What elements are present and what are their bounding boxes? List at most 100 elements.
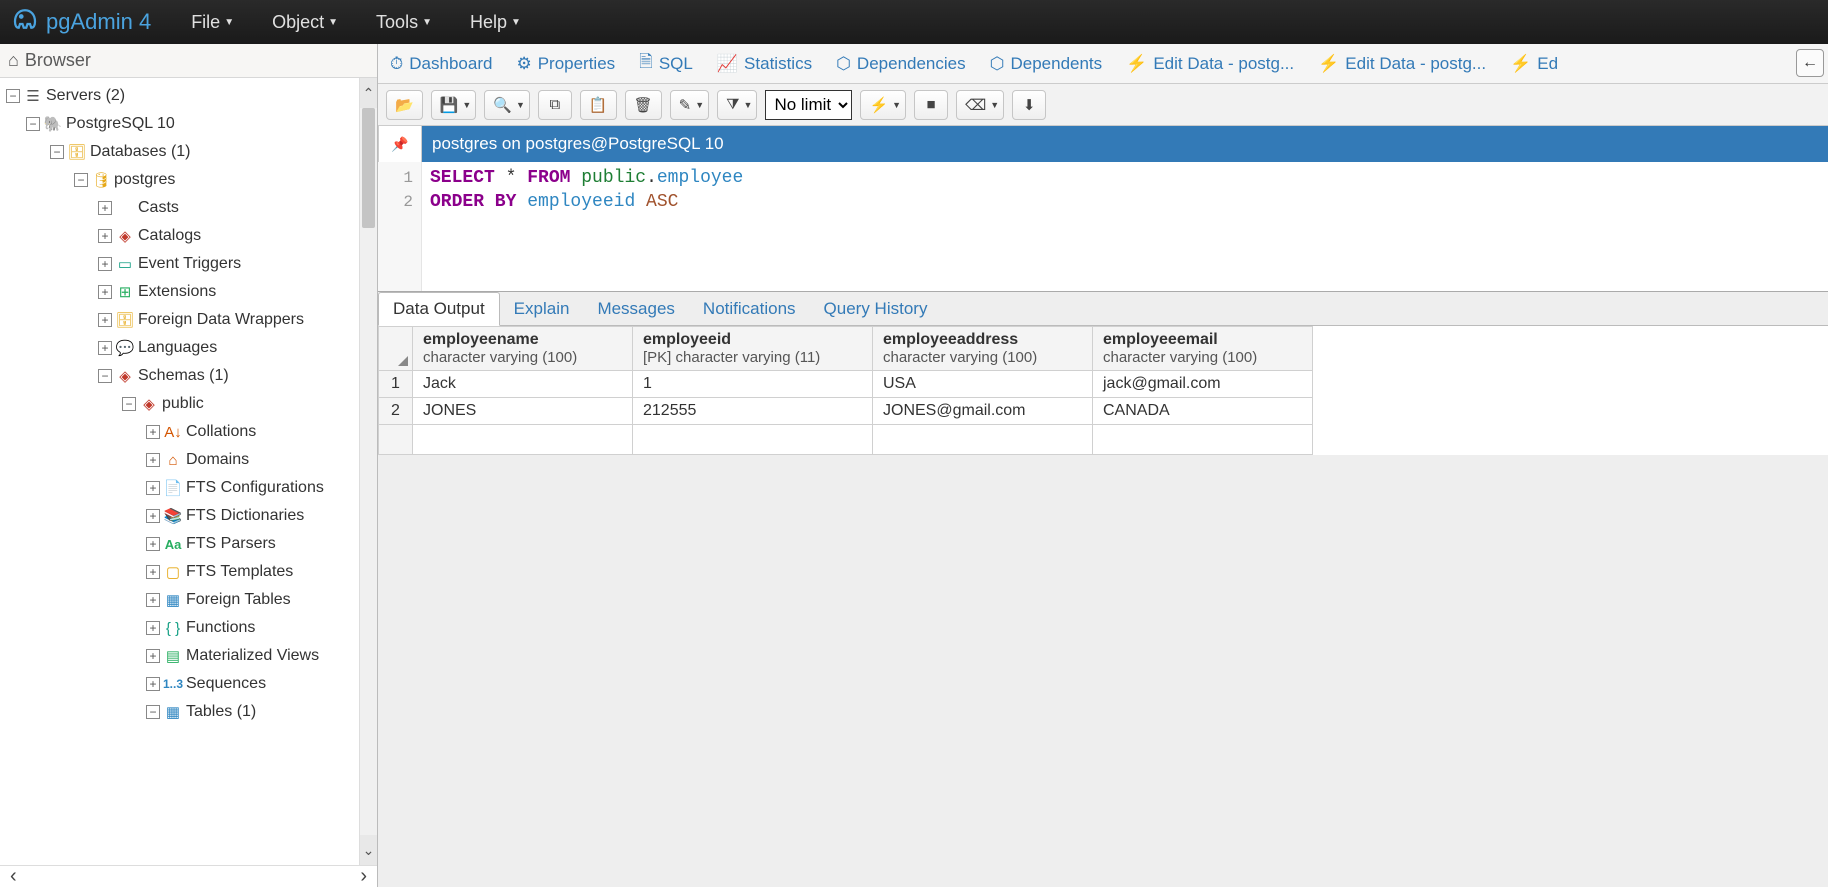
domains-icon: ⌂ xyxy=(164,452,182,469)
tab-dependents[interactable]: ⬡Dependents xyxy=(978,44,1115,83)
cell[interactable] xyxy=(1093,425,1313,455)
execute-button[interactable]: ⚡▼ xyxy=(860,90,906,120)
menu-help[interactable]: Help▼ xyxy=(460,12,531,33)
expand-icon[interactable]: + xyxy=(98,285,112,299)
pin-button[interactable]: 📌 xyxy=(378,126,422,162)
table-row-empty[interactable] xyxy=(379,425,1313,455)
edit-button[interactable]: ✎▼ xyxy=(670,90,710,120)
browser-hscroll[interactable]: ‹ › xyxy=(0,865,377,887)
bolt-icon: ⚡ xyxy=(1510,54,1531,74)
expand-icon[interactable]: + xyxy=(146,509,160,523)
cell[interactable]: jack@gmail.com xyxy=(1093,371,1313,398)
stop-button[interactable]: ■ xyxy=(914,90,948,120)
col-header-employeeaddress[interactable]: employeeaddresscharacter varying (100) xyxy=(873,327,1093,371)
download-button[interactable]: ⬇ xyxy=(1012,90,1046,120)
collapse-icon[interactable]: − xyxy=(146,705,160,719)
tab-edit-data-2[interactable]: ⚡Edit Data - postg... xyxy=(1306,44,1498,83)
cell[interactable]: USA xyxy=(873,371,1093,398)
save-button[interactable]: 💾▼ xyxy=(431,90,477,120)
sql-code[interactable]: SELECT * FROM public.employee ORDER BY e… xyxy=(422,162,1828,291)
tab-properties[interactable]: ⚙Properties xyxy=(504,44,627,83)
row-number[interactable] xyxy=(379,425,413,455)
row-number[interactable]: 2 xyxy=(379,398,413,425)
foreign-tables-icon: ▦ xyxy=(164,591,182,609)
table-row[interactable]: 2 JONES 212555 JONES@gmail.com CANADA xyxy=(379,398,1313,425)
expand-icon[interactable]: + xyxy=(146,537,160,551)
scrollbar-thumb[interactable] xyxy=(362,108,375,228)
expand-icon[interactable]: + xyxy=(146,649,160,663)
collapse-icon[interactable]: − xyxy=(74,173,88,187)
scroll-down-icon[interactable]: ⌄ xyxy=(360,835,377,865)
tabs-back-button[interactable]: ← xyxy=(1796,49,1824,77)
collapse-icon[interactable]: − xyxy=(50,145,64,159)
menu-file[interactable]: File▼ xyxy=(181,12,244,33)
menu-object[interactable]: Object▼ xyxy=(262,12,348,33)
filter-button[interactable]: ⧩▼ xyxy=(717,90,757,120)
fts-config-icon: 📄 xyxy=(164,479,182,497)
data-output-grid[interactable]: employeenamecharacter varying (100) empl… xyxy=(378,326,1828,455)
sql-editor[interactable]: 1 2 SELECT * FROM public.employee ORDER … xyxy=(378,162,1828,292)
stop-icon: ■ xyxy=(927,96,936,113)
cell[interactable] xyxy=(873,425,1093,455)
cell[interactable]: 212555 xyxy=(633,398,873,425)
tab-statistics[interactable]: 📈Statistics xyxy=(705,44,824,83)
corner-cell[interactable] xyxy=(379,327,413,371)
tab-edit-data-3[interactable]: ⚡Ed xyxy=(1498,44,1570,83)
expand-icon[interactable]: + xyxy=(98,201,112,215)
find-button[interactable]: 🔍▼ xyxy=(484,90,530,120)
cell[interactable]: JONES@gmail.com xyxy=(873,398,1093,425)
cell[interactable]: Jack xyxy=(413,371,633,398)
outtab-notifications[interactable]: Notifications xyxy=(689,293,810,325)
collapse-icon[interactable]: − xyxy=(122,397,136,411)
copy-button[interactable]: ⧉ xyxy=(538,90,572,120)
expand-icon[interactable]: + xyxy=(98,313,112,327)
col-header-employeeid[interactable]: employeeid[PK] character varying (11) xyxy=(633,327,873,371)
tab-sql[interactable]: 🗎SQL xyxy=(627,44,705,83)
outtab-data-output[interactable]: Data Output xyxy=(378,292,500,326)
expand-icon[interactable]: + xyxy=(146,621,160,635)
expand-icon[interactable]: + xyxy=(98,257,112,271)
menu-tools[interactable]: Tools▼ xyxy=(366,12,442,33)
tab-edit-data-1[interactable]: ⚡Edit Data - postg... xyxy=(1114,44,1306,83)
collapse-icon[interactable]: − xyxy=(6,89,20,103)
col-header-employeename[interactable]: employeenamecharacter varying (100) xyxy=(413,327,633,371)
collapse-icon[interactable]: − xyxy=(26,117,40,131)
expand-icon[interactable]: + xyxy=(146,593,160,607)
cell[interactable]: CANADA xyxy=(1093,398,1313,425)
scroll-left-icon[interactable]: ‹ xyxy=(10,865,17,888)
cell[interactable]: JONES xyxy=(413,398,633,425)
cell[interactable] xyxy=(413,425,633,455)
cell[interactable] xyxy=(633,425,873,455)
expand-icon[interactable]: + xyxy=(146,481,160,495)
tab-dashboard[interactable]: ⏱Dashboard xyxy=(378,44,504,83)
expand-icon[interactable]: + xyxy=(146,677,160,691)
expand-icon[interactable]: + xyxy=(98,229,112,243)
expand-icon[interactable]: + xyxy=(146,425,160,439)
collapse-icon[interactable]: − xyxy=(98,369,112,383)
outtab-query-history[interactable]: Query History xyxy=(810,293,942,325)
menubar: pgAdmin 4 File▼ Object▼ Tools▼ Help▼ xyxy=(0,0,1828,44)
schema-icon: ◈ xyxy=(140,395,158,413)
download-icon: ⬇ xyxy=(1023,96,1036,114)
row-number[interactable]: 1 xyxy=(379,371,413,398)
tab-dependencies[interactable]: ⬡Dependencies xyxy=(824,44,978,83)
paste-icon: 📋 xyxy=(589,96,608,114)
row-limit-select[interactable]: No limit xyxy=(765,90,852,120)
browser-scrollbar[interactable]: ⌃ ⌄ xyxy=(359,78,377,865)
paste-button[interactable]: 📋 xyxy=(580,90,617,120)
caret-down-icon: ▼ xyxy=(462,100,471,110)
expand-icon[interactable]: + xyxy=(146,453,160,467)
object-tree[interactable]: −☰Servers (2) −🐘PostgreSQL 10 −🗄Database… xyxy=(2,82,375,726)
scroll-right-icon[interactable]: › xyxy=(360,865,367,888)
expand-icon[interactable]: + xyxy=(98,341,112,355)
open-file-button[interactable]: 📂 xyxy=(386,90,423,120)
col-header-employeeemail[interactable]: employeeemailcharacter varying (100) xyxy=(1093,327,1313,371)
outtab-messages[interactable]: Messages xyxy=(583,293,688,325)
table-row[interactable]: 1 Jack 1 USA jack@gmail.com xyxy=(379,371,1313,398)
cell[interactable]: 1 xyxy=(633,371,873,398)
delete-button[interactable]: 🗑 xyxy=(625,90,662,120)
expand-icon[interactable]: + xyxy=(146,565,160,579)
clear-button[interactable]: ⌫▼ xyxy=(956,90,1004,120)
scroll-up-icon[interactable]: ⌃ xyxy=(360,78,377,108)
outtab-explain[interactable]: Explain xyxy=(500,293,584,325)
